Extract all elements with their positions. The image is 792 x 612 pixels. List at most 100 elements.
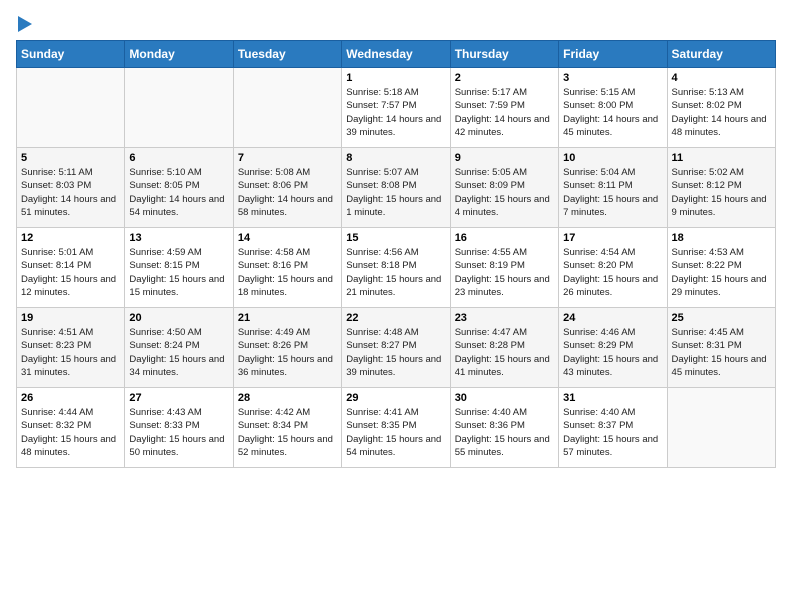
day-info: Sunrise: 4:51 AM Sunset: 8:23 PM Dayligh… xyxy=(21,326,120,379)
calendar-cell: 15 Sunrise: 4:56 AM Sunset: 8:18 PM Dayli… xyxy=(342,228,450,308)
day-info: Sunrise: 4:54 AM Sunset: 8:20 PM Dayligh… xyxy=(563,246,662,299)
day-number: 31 xyxy=(563,392,662,404)
day-number: 5 xyxy=(21,152,120,164)
day-info: Sunrise: 5:08 AM Sunset: 8:06 PM Dayligh… xyxy=(238,166,337,219)
day-info: Sunrise: 4:53 AM Sunset: 8:22 PM Dayligh… xyxy=(672,246,771,299)
day-info: Sunrise: 5:04 AM Sunset: 8:11 PM Dayligh… xyxy=(563,166,662,219)
calendar-cell: 28Sunrise: 4:42 AM Sunset: 8:34 PM Dayli… xyxy=(233,388,341,468)
day-info: Sunrise: 4:40 AM Sunset: 8:37 PM Dayligh… xyxy=(563,406,662,459)
day-number: 21 xyxy=(238,312,337,324)
calendar-cell: 3 Sunrise: 5:15 AM Sunset: 8:00 PM Daylig… xyxy=(559,68,667,148)
day-info: Sunrise: 5:05 AM Sunset: 8:09 PM Dayligh… xyxy=(455,166,554,219)
day-info: Sunrise: 5:01 AM Sunset: 8:14 PM Dayligh… xyxy=(21,246,120,299)
calendar-cell: 25 Sunrise: 4:45 AM Sunset: 8:31 PM Dayli… xyxy=(667,308,775,388)
day-number: 10 xyxy=(563,152,662,164)
calendar-cell: 12 Sunrise: 5:01 AM Sunset: 8:14 PM Dayli… xyxy=(17,228,125,308)
day-info: Sunrise: 4:56 AM Sunset: 8:18 PM Dayligh… xyxy=(346,246,445,299)
day-number: 7 xyxy=(238,152,337,164)
day-number: 17 xyxy=(563,232,662,244)
day-number: 1 xyxy=(346,72,445,84)
day-info: Sunrise: 5:07 AM Sunset: 8:08 PM Dayligh… xyxy=(346,166,445,219)
calendar-cell: 26 Sunrise: 4:44 AM Sunset: 8:32 PM Dayli… xyxy=(17,388,125,468)
day-number: 25 xyxy=(672,312,771,324)
day-number: 30 xyxy=(455,392,554,404)
weekday-header: Sunday xyxy=(17,41,125,68)
calendar-cell: 23 Sunrise: 4:47 AM Sunset: 8:28 PM Dayli… xyxy=(450,308,558,388)
weekday-header: Wednesday xyxy=(342,41,450,68)
day-number: 11 xyxy=(672,152,771,164)
logo xyxy=(16,16,32,32)
calendar-cell: 31 Sunrise: 4:40 AM Sunset: 8:37 PM Dayli… xyxy=(559,388,667,468)
weekday-header: Friday xyxy=(559,41,667,68)
day-info: Sunrise: 4:49 AM Sunset: 8:26 PM Dayligh… xyxy=(238,326,337,379)
day-number: 14 xyxy=(238,232,337,244)
calendar-cell xyxy=(125,68,233,148)
day-info: Sunrise: 4:59 AM Sunset: 8:15 PM Dayligh… xyxy=(129,246,228,299)
calendar-cell xyxy=(233,68,341,148)
calendar-cell xyxy=(17,68,125,148)
calendar-cell: 13 Sunrise: 4:59 AM Sunset: 8:15 PM Dayli… xyxy=(125,228,233,308)
day-number: 16 xyxy=(455,232,554,244)
calendar-cell: 19Sunrise: 4:51 AM Sunset: 8:23 PM Dayli… xyxy=(17,308,125,388)
day-info: Sunrise: 5:11 AM Sunset: 8:03 PM Dayligh… xyxy=(21,166,120,219)
day-info: Sunrise: 5:15 AM Sunset: 8:00 PM Dayligh… xyxy=(563,86,662,139)
day-info: Sunrise: 5:10 AM Sunset: 8:05 PM Dayligh… xyxy=(129,166,228,219)
calendar-cell: 1 Sunrise: 5:18 AM Sunset: 7:57 PM Daylig… xyxy=(342,68,450,148)
day-number: 9 xyxy=(455,152,554,164)
day-number: 8 xyxy=(346,152,445,164)
day-info: Sunrise: 5:18 AM Sunset: 7:57 PM Dayligh… xyxy=(346,86,445,139)
day-number: 12 xyxy=(21,232,120,244)
calendar-cell: 14 Sunrise: 4:58 AM Sunset: 8:16 PM Dayli… xyxy=(233,228,341,308)
day-number: 24 xyxy=(563,312,662,324)
calendar-cell: 6 Sunrise: 5:10 AM Sunset: 8:05 PM Daylig… xyxy=(125,148,233,228)
day-info: Sunrise: 4:47 AM Sunset: 8:28 PM Dayligh… xyxy=(455,326,554,379)
day-info: Sunrise: 4:41 AM Sunset: 8:35 PM Dayligh… xyxy=(346,406,445,459)
day-info: Sunrise: 4:55 AM Sunset: 8:19 PM Dayligh… xyxy=(455,246,554,299)
day-number: 2 xyxy=(455,72,554,84)
weekday-header: Tuesday xyxy=(233,41,341,68)
day-number: 22 xyxy=(346,312,445,324)
calendar-cell: 18 Sunrise: 4:53 AM Sunset: 8:22 PM Dayli… xyxy=(667,228,775,308)
calendar-cell: 30 Sunrise: 4:40 AM Sunset: 8:36 PM Dayli… xyxy=(450,388,558,468)
weekday-header: Thursday xyxy=(450,41,558,68)
calendar-cell: 10 Sunrise: 5:04 AM Sunset: 8:11 PM Dayli… xyxy=(559,148,667,228)
calendar-cell: 5 Sunrise: 5:11 AM Sunset: 8:03 PM Daylig… xyxy=(17,148,125,228)
weekday-header: Monday xyxy=(125,41,233,68)
day-number: 6 xyxy=(129,152,228,164)
day-number: 13 xyxy=(129,232,228,244)
calendar-cell: 4Sunrise: 5:13 AM Sunset: 8:02 PM Daylig… xyxy=(667,68,775,148)
day-number: 23 xyxy=(455,312,554,324)
calendar-cell: 20Sunrise: 4:50 AM Sunset: 8:24 PM Dayli… xyxy=(125,308,233,388)
calendar-cell: 2 Sunrise: 5:17 AM Sunset: 7:59 PM Daylig… xyxy=(450,68,558,148)
calendar-cell: 27Sunrise: 4:43 AM Sunset: 8:33 PM Dayli… xyxy=(125,388,233,468)
calendar-cell: 17 Sunrise: 4:54 AM Sunset: 8:20 PM Dayli… xyxy=(559,228,667,308)
day-info: Sunrise: 5:17 AM Sunset: 7:59 PM Dayligh… xyxy=(455,86,554,139)
day-info: Sunrise: 4:46 AM Sunset: 8:29 PM Dayligh… xyxy=(563,326,662,379)
calendar-cell xyxy=(667,388,775,468)
day-number: 18 xyxy=(672,232,771,244)
weekday-header: Saturday xyxy=(667,41,775,68)
day-info: Sunrise: 4:58 AM Sunset: 8:16 PM Dayligh… xyxy=(238,246,337,299)
day-info: Sunrise: 4:44 AM Sunset: 8:32 PM Dayligh… xyxy=(21,406,120,459)
day-info: Sunrise: 4:48 AM Sunset: 8:27 PM Dayligh… xyxy=(346,326,445,379)
day-number: 26 xyxy=(21,392,120,404)
day-number: 29 xyxy=(346,392,445,404)
calendar-cell: 22 Sunrise: 4:48 AM Sunset: 8:27 PM Dayli… xyxy=(342,308,450,388)
day-info: Sunrise: 4:50 AM Sunset: 8:24 PM Dayligh… xyxy=(129,326,228,379)
calendar-table: SundayMondayTuesdayWednesdayThursdayFrid… xyxy=(16,40,776,468)
day-number: 28 xyxy=(238,392,337,404)
calendar-cell: 16 Sunrise: 4:55 AM Sunset: 8:19 PM Dayli… xyxy=(450,228,558,308)
day-number: 15 xyxy=(346,232,445,244)
calendar-cell: 8 Sunrise: 5:07 AM Sunset: 8:08 PM Daylig… xyxy=(342,148,450,228)
calendar-cell: 29 Sunrise: 4:41 AM Sunset: 8:35 PM Dayli… xyxy=(342,388,450,468)
calendar-cell: 9 Sunrise: 5:05 AM Sunset: 8:09 PM Daylig… xyxy=(450,148,558,228)
day-number: 3 xyxy=(563,72,662,84)
logo-arrow-icon xyxy=(18,16,32,32)
day-info: Sunrise: 4:40 AM Sunset: 8:36 PM Dayligh… xyxy=(455,406,554,459)
calendar-cell: 24 Sunrise: 4:46 AM Sunset: 8:29 PM Dayli… xyxy=(559,308,667,388)
day-number: 27 xyxy=(129,392,228,404)
calendar-cell: 21 Sunrise: 4:49 AM Sunset: 8:26 PM Dayli… xyxy=(233,308,341,388)
day-info: Sunrise: 4:45 AM Sunset: 8:31 PM Dayligh… xyxy=(672,326,771,379)
page-header xyxy=(16,16,776,32)
day-number: 4 xyxy=(672,72,771,84)
